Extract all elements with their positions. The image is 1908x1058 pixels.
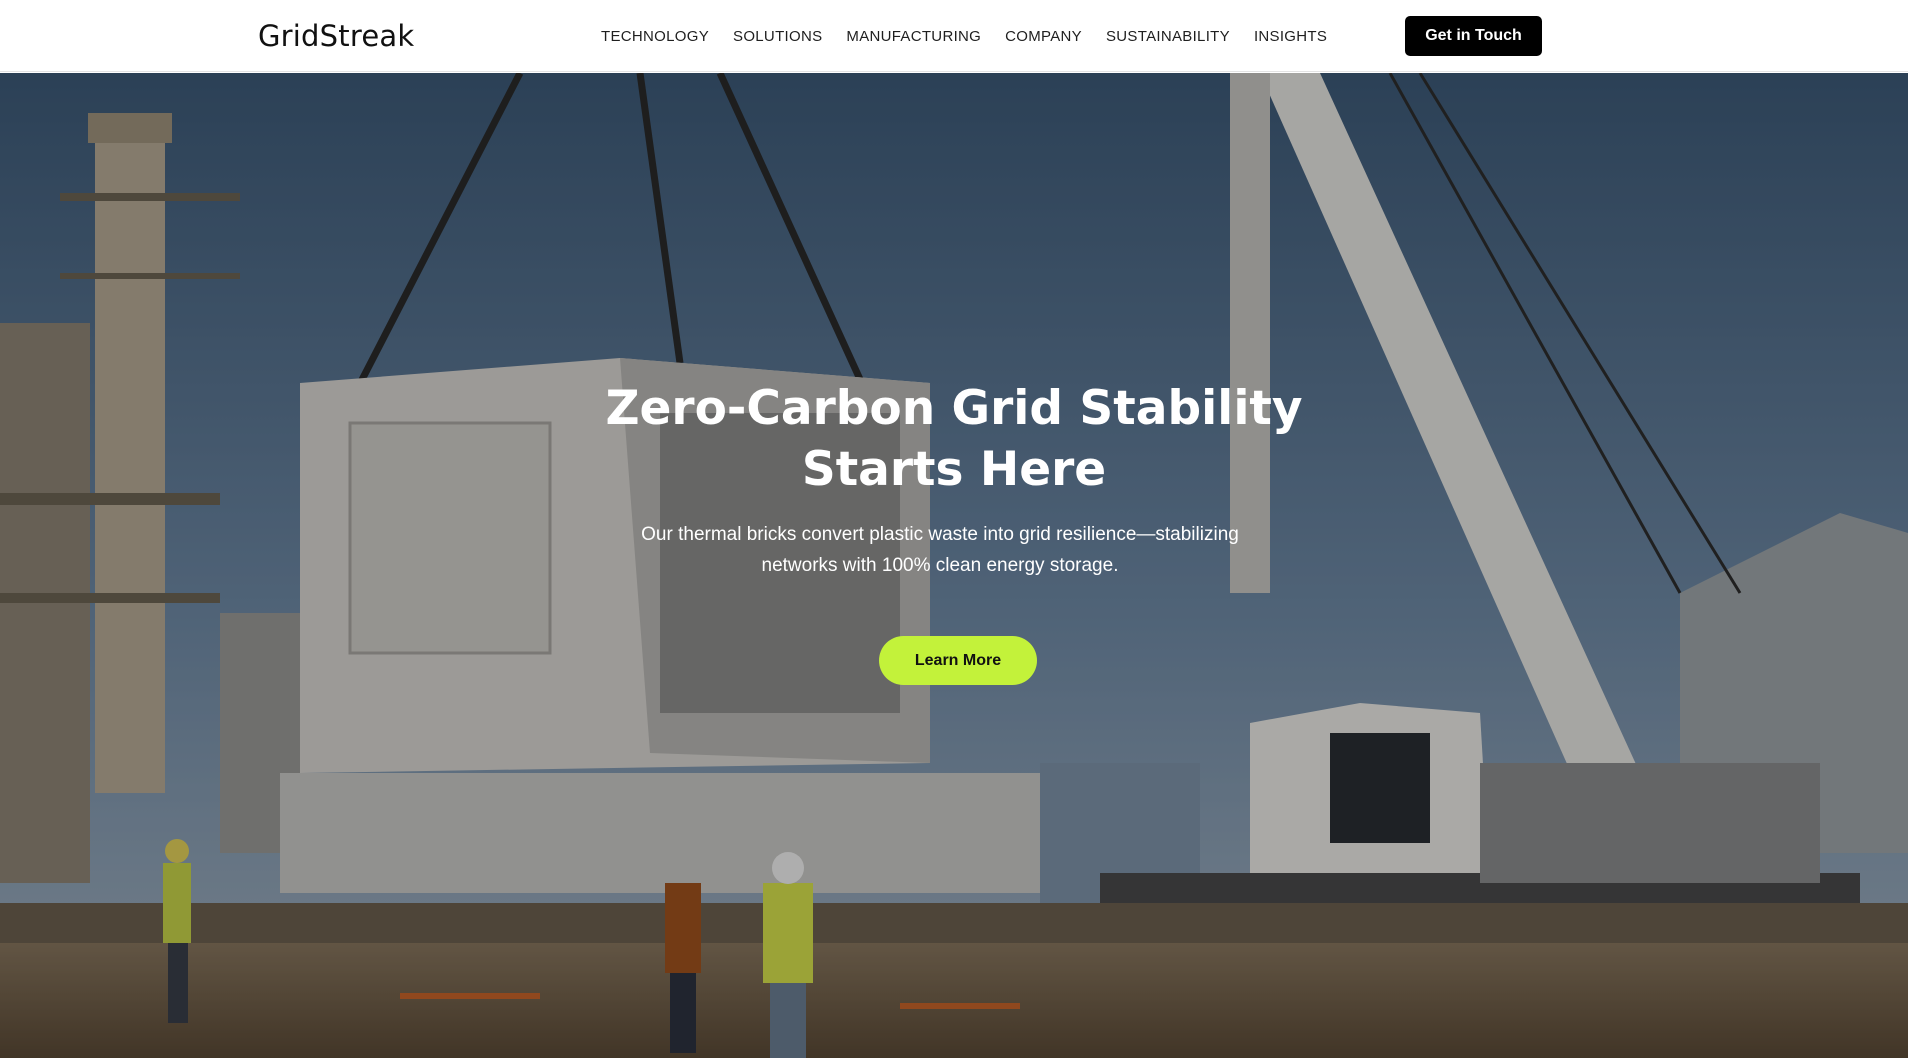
nav-item-sustainability[interactable]: SUSTAINABILITY: [1106, 28, 1230, 46]
hero-subtitle: Our thermal bricks convert plastic waste…: [641, 524, 1239, 576]
nav-item-technology[interactable]: TECHNOLOGY: [601, 28, 709, 46]
site-header: GridStreak TECHNOLOGY SOLUTIONS MANUFACT…: [0, 0, 1908, 72]
nav-item-insights[interactable]: INSIGHTS: [1254, 28, 1327, 46]
hero-title: Zero-Carbon Grid Stability Starts Here: [605, 381, 1303, 497]
hero-section: Zero-Carbon Grid Stability Starts Here O…: [0, 73, 1908, 1058]
learn-more-button[interactable]: Learn More: [879, 636, 1037, 685]
nav-item-solutions[interactable]: SOLUTIONS: [733, 28, 822, 46]
main-nav: TECHNOLOGY SOLUTIONS MANUFACTURING COMPA…: [601, 28, 1327, 46]
get-in-touch-button[interactable]: Get in Touch: [1405, 16, 1542, 56]
logo[interactable]: GridStreak: [258, 18, 414, 54]
nav-item-manufacturing[interactable]: MANUFACTURING: [846, 28, 981, 46]
nav-item-company[interactable]: COMPANY: [1005, 28, 1082, 46]
